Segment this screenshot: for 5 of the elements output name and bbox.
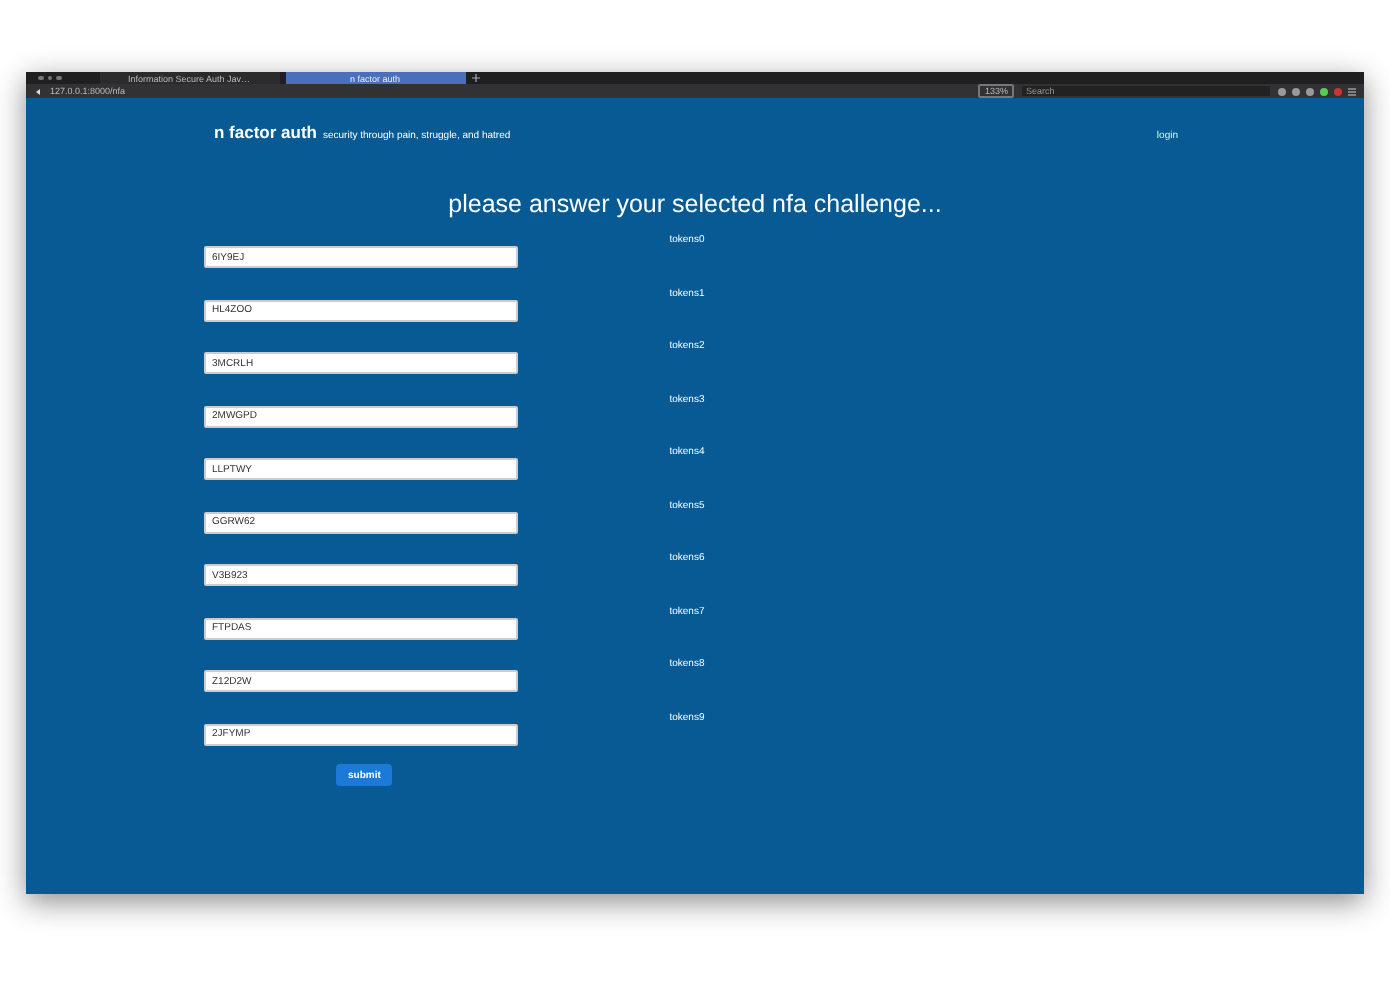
menu-icon[interactable]: [1348, 87, 1356, 95]
page-heading: please answer your selected nfa challenge...: [446, 190, 944, 218]
site-title: n factor auth: [214, 122, 317, 142]
new-tab-icon[interactable]: [471, 73, 479, 83]
window-controls-icon[interactable]: [38, 75, 61, 81]
